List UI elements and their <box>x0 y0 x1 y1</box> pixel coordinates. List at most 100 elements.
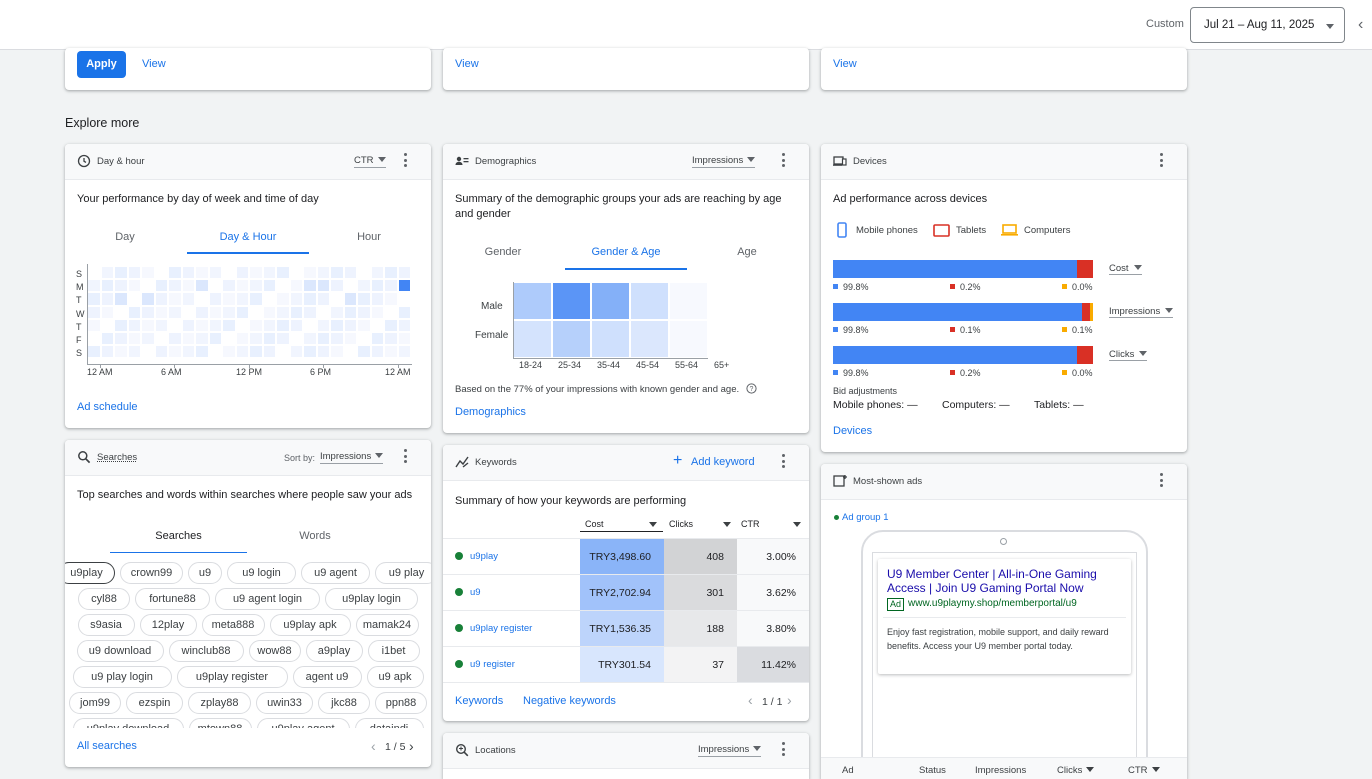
heatmap-cell[interactable] <box>304 267 316 279</box>
demographics-cell[interactable] <box>631 321 668 357</box>
heatmap-cell[interactable] <box>128 346 140 358</box>
bar-metric-dropdown[interactable]: Impressions <box>1109 306 1174 318</box>
tab-words[interactable]: Words <box>260 530 370 542</box>
heatmap-cell[interactable] <box>331 293 343 305</box>
heatmap-cell[interactable] <box>169 267 181 279</box>
negative-keywords-link[interactable]: Negative keywords <box>523 695 616 707</box>
heatmap-cell[interactable] <box>196 306 208 318</box>
heatmap-cell[interactable] <box>290 293 302 305</box>
more-vert-icon[interactable] <box>782 153 786 169</box>
heatmap-cell[interactable] <box>263 280 275 292</box>
col-clicks[interactable]: Clicks <box>669 519 693 529</box>
heatmap-cell[interactable] <box>128 293 140 305</box>
heatmap-cell[interactable] <box>236 346 248 358</box>
heatmap-cell[interactable] <box>398 319 410 331</box>
tab-hour[interactable]: Hour <box>321 231 417 243</box>
heatmap-cell[interactable] <box>196 319 208 331</box>
heatmap-cell[interactable] <box>128 267 140 279</box>
heatmap-cell[interactable] <box>317 333 329 345</box>
table-row[interactable]: u9 TRY2,702.94 301 3.62% <box>443 575 809 610</box>
heatmap-cell[interactable] <box>101 293 113 305</box>
heatmap-cell[interactable] <box>358 319 370 331</box>
device-bar[interactable] <box>833 303 1093 321</box>
heatmap-cell[interactable] <box>182 333 194 345</box>
heatmap-cell[interactable] <box>115 267 127 279</box>
heatmap-cell[interactable] <box>371 280 383 292</box>
heatmap-cell[interactable] <box>209 319 221 331</box>
heatmap-cell[interactable] <box>169 319 181 331</box>
heatmap-cell[interactable] <box>128 333 140 345</box>
heatmap-cell[interactable] <box>317 293 329 305</box>
heatmap-cell[interactable] <box>196 333 208 345</box>
heatmap-cell[interactable] <box>155 306 167 318</box>
heatmap-cell[interactable] <box>88 293 100 305</box>
tab-day-hour[interactable]: Day & Hour <box>187 231 309 243</box>
demographics-cell[interactable] <box>514 283 551 319</box>
heatmap-cell[interactable] <box>290 280 302 292</box>
view-link[interactable]: View <box>142 58 166 70</box>
heatmap-cell[interactable] <box>398 333 410 345</box>
heatmap-cell[interactable] <box>223 333 235 345</box>
keyword-link[interactable]: u9 register <box>470 659 515 670</box>
heatmap-cell[interactable] <box>398 306 410 318</box>
heatmap-cell[interactable] <box>385 306 397 318</box>
heatmap-cell[interactable] <box>290 333 302 345</box>
heatmap-cell[interactable] <box>358 293 370 305</box>
device-bar[interactable] <box>833 260 1093 278</box>
search-chip[interactable]: u9 download <box>76 640 164 662</box>
add-keyword-button[interactable]: Add keyword <box>691 456 755 468</box>
heatmap-cell[interactable] <box>385 346 397 358</box>
heatmap-cell[interactable] <box>101 267 113 279</box>
more-vert-icon[interactable] <box>782 454 786 470</box>
view-link[interactable]: View <box>833 58 857 70</box>
heatmap-cell[interactable] <box>142 306 154 318</box>
heatmap-cell[interactable] <box>223 319 235 331</box>
caret-down-icon[interactable] <box>793 522 801 527</box>
search-chip[interactable]: u9 login <box>227 562 296 584</box>
heatmap-cell[interactable] <box>88 306 100 318</box>
heatmap-cell[interactable] <box>290 319 302 331</box>
heatmap-cell[interactable] <box>331 306 343 318</box>
heatmap-cell[interactable] <box>277 293 289 305</box>
heatmap-cell[interactable] <box>331 267 343 279</box>
heatmap-cell[interactable] <box>344 319 356 331</box>
heatmap-cell[interactable] <box>142 346 154 358</box>
heatmap-cell[interactable] <box>236 267 248 279</box>
heatmap-cell[interactable] <box>344 333 356 345</box>
table-row[interactable]: u9play TRY3,498.60 408 3.00% <box>443 539 809 574</box>
metric-dropdown[interactable]: CTR <box>354 155 386 168</box>
heatmap-cell[interactable] <box>115 293 127 305</box>
heatmap-cell[interactable] <box>209 280 221 292</box>
heatmap-cell[interactable] <box>101 346 113 358</box>
chevron-left-icon[interactable]: ‹ <box>371 738 376 754</box>
search-chip[interactable]: u9 play <box>375 562 431 584</box>
heatmap-cell[interactable] <box>182 306 194 318</box>
heatmap-cell[interactable] <box>209 267 221 279</box>
heatmap-cell[interactable] <box>250 293 262 305</box>
heatmap-cell[interactable] <box>155 280 167 292</box>
heatmap-cell[interactable] <box>331 346 343 358</box>
search-chip[interactable]: crown99 <box>120 562 183 584</box>
search-chip[interactable]: u9 play login <box>72 666 172 688</box>
heatmap-cell[interactable] <box>196 293 208 305</box>
heatmap-cell[interactable] <box>142 333 154 345</box>
heatmap-cell[interactable] <box>101 319 113 331</box>
metric-dropdown[interactable]: Impressions <box>698 744 762 757</box>
heatmap-cell[interactable] <box>331 319 343 331</box>
heatmap-cell[interactable] <box>155 267 167 279</box>
heatmap-cell[interactable] <box>344 306 356 318</box>
heatmap-cell[interactable] <box>304 293 316 305</box>
heatmap-cell[interactable] <box>304 306 316 318</box>
heatmap-cell[interactable] <box>277 346 289 358</box>
search-chip[interactable]: jkc88 <box>318 692 370 714</box>
heatmap-cell[interactable] <box>263 319 275 331</box>
keyword-link[interactable]: u9 <box>470 587 481 598</box>
heatmap-cell[interactable] <box>223 346 235 358</box>
heatmap-cell[interactable] <box>263 333 275 345</box>
help-icon[interactable]: ? <box>746 383 757 394</box>
heatmap-cell[interactable] <box>115 280 127 292</box>
heatmap-cell[interactable] <box>344 293 356 305</box>
heatmap-cell[interactable] <box>317 306 329 318</box>
heatmap-cell[interactable] <box>385 280 397 292</box>
heatmap-cell[interactable] <box>371 319 383 331</box>
